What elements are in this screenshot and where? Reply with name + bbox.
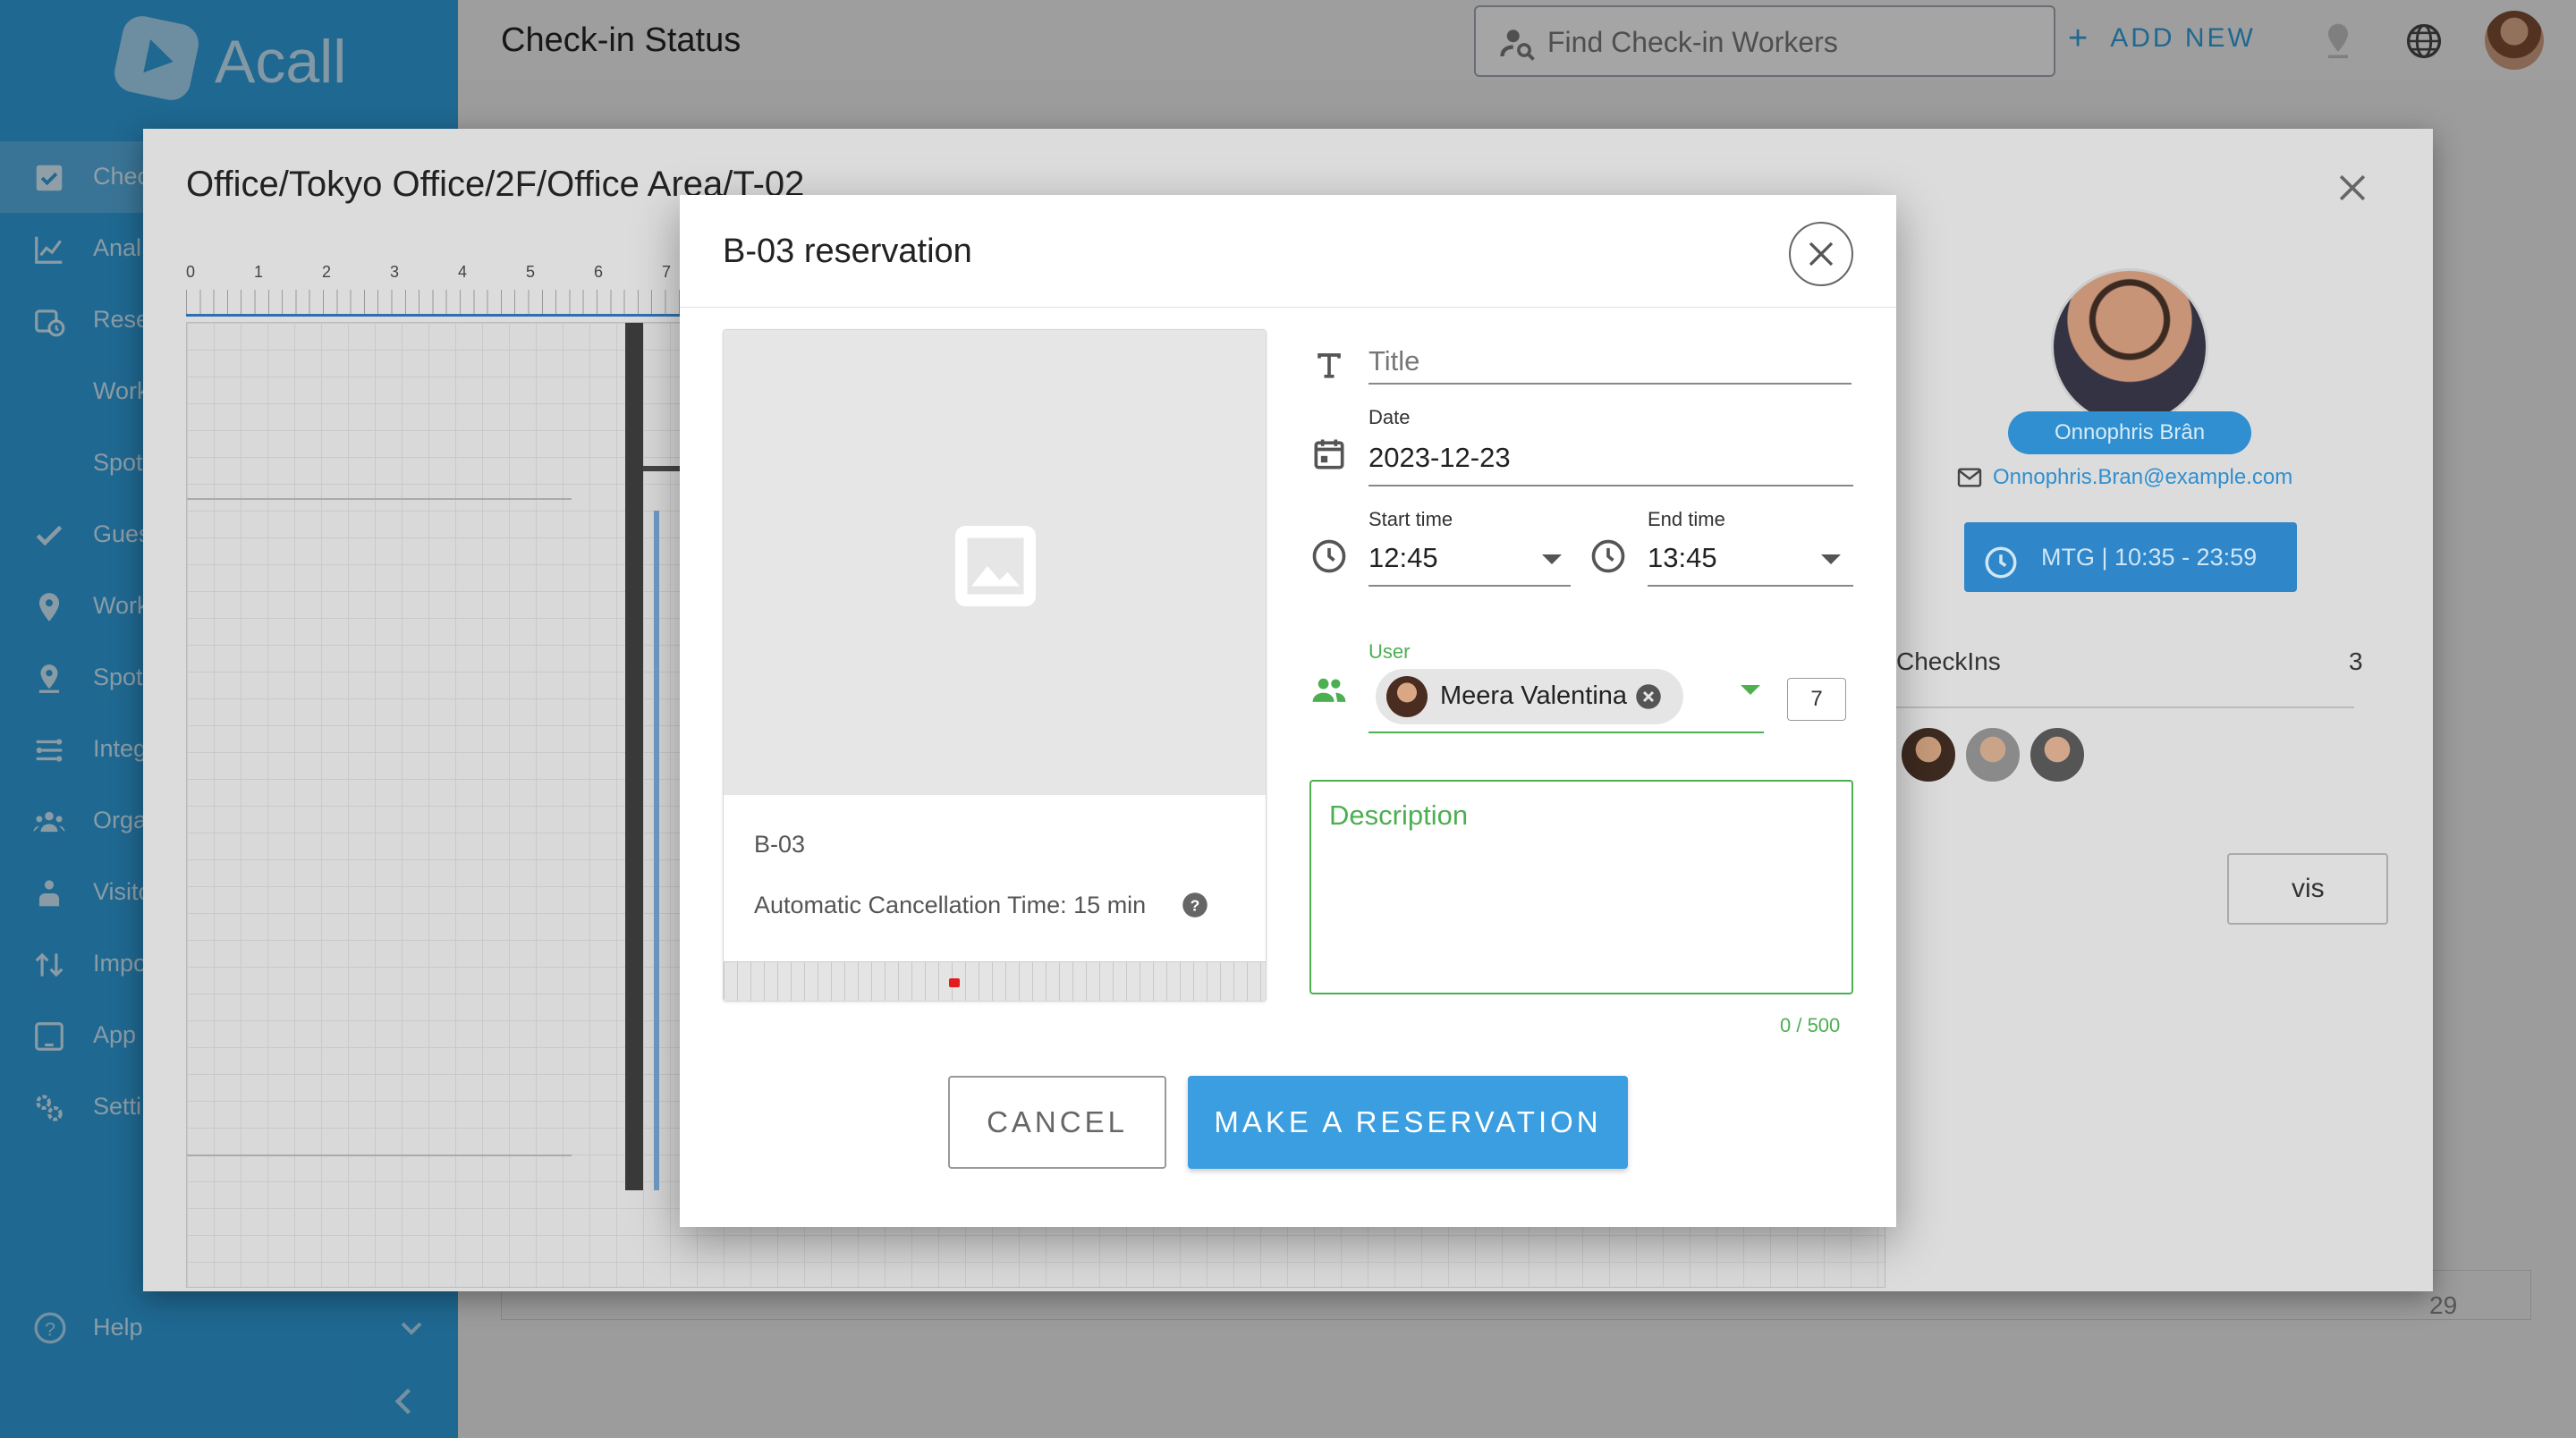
ruler-number: 3 xyxy=(390,263,400,281)
ruler-number: 1 xyxy=(254,263,264,281)
auto-cancellation-text: Automatic Cancellation Time: 15 min xyxy=(754,892,1147,918)
people-icon xyxy=(1309,671,1349,710)
cancel-button[interactable]: CANCEL xyxy=(948,1076,1166,1169)
user-chip-name: Meera Valentina xyxy=(1440,681,1628,710)
svg-text:?: ? xyxy=(1191,896,1200,914)
date-label: Date xyxy=(1368,406,1411,428)
dropdown-arrow-icon[interactable] xyxy=(1542,554,1562,564)
start-time-underline xyxy=(1368,585,1571,587)
space-name: B-03 xyxy=(754,831,806,858)
help-circle-icon[interactable]: ? xyxy=(1182,892,1208,918)
space-image-placeholder xyxy=(724,330,1266,795)
close-icon xyxy=(1809,241,1834,266)
divider xyxy=(1896,706,2354,708)
image-placeholder-icon xyxy=(955,526,1036,606)
dropdown-arrow-icon[interactable] xyxy=(1741,685,1760,695)
profile-email-link[interactable]: Onnophris.Bran@example.com xyxy=(1993,465,2292,490)
date-value[interactable]: 2023-12-23 xyxy=(1368,442,1511,474)
ruler-number: 7 xyxy=(662,263,672,281)
text-title-icon xyxy=(1309,345,1349,385)
current-time-marker xyxy=(949,978,960,987)
user-chip[interactable]: Meera Valentina xyxy=(1376,669,1683,724)
clock-icon xyxy=(1589,537,1628,576)
location-dialog-close-button[interactable] xyxy=(2333,168,2372,207)
reservation-dialog: B-03 reservation B-03 Automatic Cancella… xyxy=(680,195,1896,1227)
reservation-dialog-title: B-03 reservation xyxy=(723,233,972,270)
space-card: B-03 Automatic Cancellation Time: 15 min… xyxy=(723,329,1267,1002)
description-textarea[interactable] xyxy=(1329,799,1830,978)
start-time-label: Start time xyxy=(1368,508,1453,530)
pagination-number[interactable]: 29 xyxy=(2429,1291,2457,1320)
title-input[interactable] xyxy=(1368,340,1852,385)
ruler-number: 6 xyxy=(594,263,604,281)
description-box[interactable] xyxy=(1309,780,1853,994)
mail-icon xyxy=(1955,463,1984,492)
meeting-status-pill[interactable]: MTG | 10:35 - 23:59 xyxy=(1964,522,2297,592)
end-time-underline xyxy=(1648,585,1853,587)
description-char-counter: 0 / 500 xyxy=(1780,1014,1841,1036)
profile-photo xyxy=(2051,268,2208,426)
ruler-number: 2 xyxy=(322,263,332,281)
remove-chip-icon[interactable] xyxy=(1635,683,1662,710)
user-count-badge: 7 xyxy=(1787,678,1846,721)
floor-plan-line xyxy=(187,1155,572,1156)
make-reservation-button[interactable]: MAKE A RESERVATION xyxy=(1188,1076,1628,1169)
user-chip-avatar xyxy=(1386,676,1428,717)
meeting-status-text: MTG | 10:35 - 23:59 xyxy=(2041,544,2258,571)
ruler-number: 5 xyxy=(526,263,536,281)
checkin-avatar[interactable] xyxy=(1964,726,2021,783)
clock-icon xyxy=(1309,537,1349,576)
reservation-dialog-header: B-03 reservation xyxy=(680,195,1896,308)
date-underline xyxy=(1368,485,1853,486)
clock-icon xyxy=(1982,538,2020,579)
reservation-close-button[interactable] xyxy=(1789,222,1853,286)
close-icon xyxy=(2339,174,2366,201)
end-time-value[interactable]: 13:45 xyxy=(1648,542,1717,574)
availability-timeline[interactable] xyxy=(724,961,1266,1001)
user-underline xyxy=(1368,732,1764,733)
start-time-value[interactable]: 12:45 xyxy=(1368,542,1438,574)
floor-plan-area-edge xyxy=(654,511,659,1190)
end-time-label: End time xyxy=(1648,508,1725,530)
checkins-count: 3 xyxy=(2349,647,2363,675)
checkins-label: CheckIns xyxy=(1896,647,2001,675)
user-label: User xyxy=(1368,640,1411,663)
ruler-number: 0 xyxy=(186,263,196,281)
calendar-icon xyxy=(1309,435,1349,474)
checkin-avatar[interactable] xyxy=(1900,726,1957,783)
checkin-avatar[interactable] xyxy=(2029,726,2086,783)
floor-plan-line xyxy=(187,498,572,500)
profile-name-badge: Onnophris Brân xyxy=(2008,411,2251,454)
visitor-button[interactable]: vis xyxy=(2227,853,2388,925)
floor-plan-wall xyxy=(625,323,643,1190)
dropdown-arrow-icon[interactable] xyxy=(1821,554,1841,564)
ruler-number: 4 xyxy=(458,263,468,281)
